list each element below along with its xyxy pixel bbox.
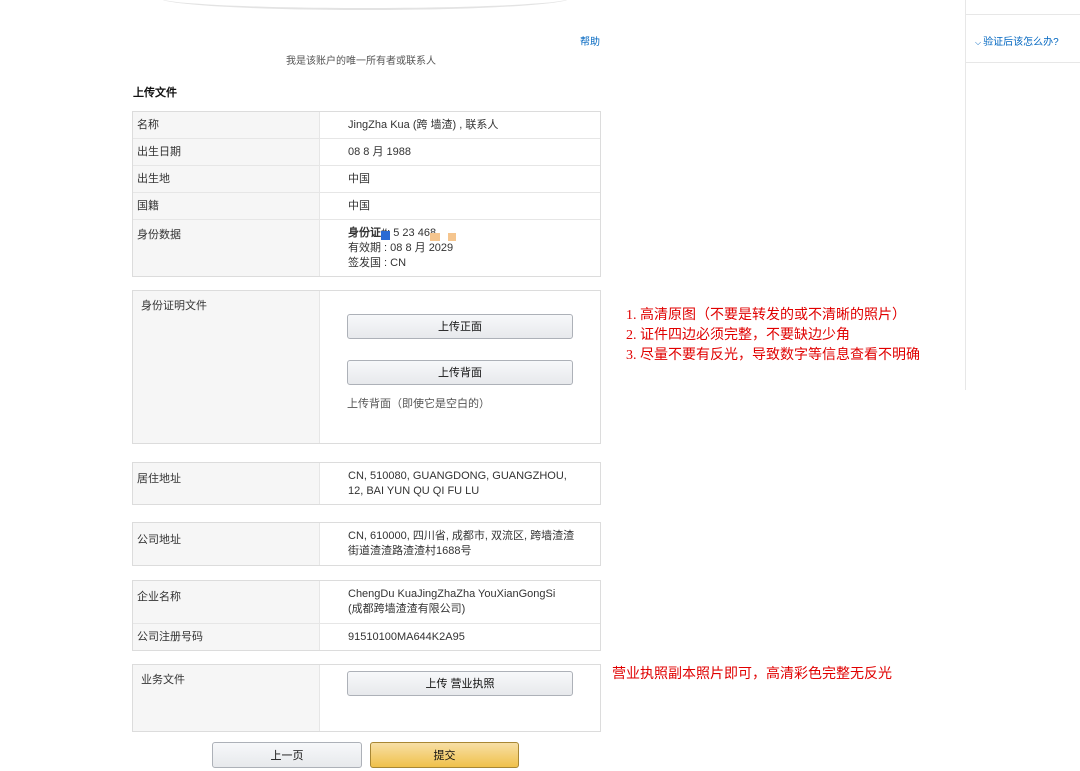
id-upload-notes: 1. 高清原图（不要是转发的或不清晰的照片） 2. 证件四边必须完整，不要缺边少… [626, 306, 920, 366]
verify-next-link[interactable]: ⌵验证后该怎么办? [975, 33, 1059, 48]
dob-value: 08 8 月 1988 [319, 139, 600, 165]
company-address-table: 公司地址 CN, 610000, 四川省, 成都市, 双流区, 跨墙渣渣 街道渣… [132, 522, 601, 566]
table-row: 公司地址 CN, 610000, 四川省, 成都市, 双流区, 跨墙渣渣 街道渣… [133, 523, 600, 565]
redaction-mark [430, 233, 440, 241]
id-issuer: 签发国 : CN [348, 256, 600, 271]
owner-statement: 我是该账户的唯一所有者或联系人 [286, 52, 436, 67]
business-document-label: 业务文件 [133, 665, 319, 731]
dob-label: 出生日期 [133, 139, 319, 165]
id-expiry: 有效期 : 08 8 月 2029 [348, 241, 600, 256]
company-address-value: CN, 610000, 四川省, 成都市, 双流区, 跨墙渣渣 街道渣渣路渣渣村… [319, 523, 600, 565]
id-note-3: 3. 尽量不要有反光，导致数字等信息查看不明确 [626, 346, 920, 366]
id-data-label: 身份数据 [133, 220, 319, 276]
license-note: 营业执照副本照片即可，高清彩色完整无反光 [612, 665, 892, 685]
reg-number-value: 91510100MA644K2A95 [319, 624, 600, 650]
residence-address-table: 居住地址 CN, 510080, GUANGDONG, GUANGZHOU, 1… [132, 462, 601, 505]
table-row: 企业名称 ChengDu KuaJingZhaZha YouXianGongSi… [133, 581, 600, 624]
company-name-value: ChengDu KuaJingZhaZha YouXianGongSi (成都跨… [319, 581, 600, 623]
panel-divider [966, 14, 1080, 15]
nationality-value: 中国 [319, 193, 600, 219]
table-row: 居住地址 CN, 510080, GUANGDONG, GUANGZHOU, 1… [133, 463, 600, 504]
redaction-mark [448, 233, 456, 241]
table-row: 出生日期 08 8 月 1988 [133, 139, 600, 166]
upload-front-button[interactable]: 上传正面 [347, 314, 573, 339]
table-row: 公司注册号码 91510100MA644K2A95 [133, 624, 600, 650]
company-address-line-2: 街道渣渣路渣渣村1688号 [348, 544, 600, 559]
company-address-label: 公司地址 [133, 523, 319, 565]
reg-number-label: 公司注册号码 [133, 624, 319, 650]
id-document-label: 身份证明文件 [133, 291, 319, 443]
previous-page-button[interactable]: 上一页 [212, 742, 362, 768]
upload-license-button[interactable]: 上传 营业执照 [347, 671, 573, 696]
submit-button[interactable]: 提交 [370, 742, 519, 768]
residence-value: CN, 510080, GUANGDONG, GUANGZHOU, 12, BA… [319, 463, 600, 504]
id-document-actions: 上传正面 上传背面 上传背面（即使它是空白的） [319, 291, 600, 443]
top-arc-divider [160, 0, 570, 10]
id-data-value: 身份证#: 5 23 468 有效期 : 08 8 月 2029 签发国 : C… [319, 220, 600, 276]
table-row: 身份数据 身份证#: 5 23 468 有效期 : 08 8 月 2029 签发… [133, 220, 600, 276]
name-label: 名称 [133, 112, 319, 138]
help-link[interactable]: 帮助 [580, 33, 600, 48]
id-document-panel: 身份证明文件 上传正面 上传背面 上传背面（即使它是空白的） [132, 290, 601, 444]
company-address-line-1: CN, 610000, 四川省, 成都市, 双流区, 跨墙渣渣 [348, 529, 600, 544]
birthplace-value: 中国 [319, 166, 600, 192]
id-note-1: 1. 高清原图（不要是转发的或不清晰的照片） [626, 306, 920, 326]
table-row: 出生地 中国 [133, 166, 600, 193]
table-row: 国籍 中国 [133, 193, 600, 220]
section-title: 上传文件 [133, 84, 177, 100]
id-number-value: : 5 23 468 [387, 227, 436, 239]
residence-line-2: 12, BAI YUN QU QI FU LU [348, 484, 600, 499]
company-name-line-1: ChengDu KuaJingZhaZha YouXianGongSi [348, 587, 600, 602]
identity-table: 名称 JingZha Kua (跨 墙渣) , 联系人 出生日期 08 8 月 … [132, 111, 601, 277]
business-document-actions: 上传 营业执照 [319, 665, 600, 731]
name-value: JingZha Kua (跨 墙渣) , 联系人 [319, 112, 600, 138]
nationality-label: 国籍 [133, 193, 319, 219]
right-help-panel: ⌵验证后该怎么办? [965, 0, 1080, 390]
company-info-table: 企业名称 ChengDu KuaJingZhaZha YouXianGongSi… [132, 580, 601, 651]
business-document-panel: 业务文件 上传 营业执照 [132, 664, 601, 732]
redaction-mark [381, 231, 390, 240]
company-name-label: 企业名称 [133, 581, 319, 623]
chevron-down-icon: ⌵ [975, 38, 981, 47]
upload-back-button[interactable]: 上传背面 [347, 360, 573, 385]
upload-back-hint: 上传背面（即使它是空白的） [347, 395, 490, 411]
residence-line-1: CN, 510080, GUANGDONG, GUANGZHOU, [348, 469, 600, 484]
residence-label: 居住地址 [133, 463, 319, 504]
birthplace-label: 出生地 [133, 166, 319, 192]
panel-divider [966, 62, 1080, 63]
verify-link-label: 验证后该怎么办? [983, 37, 1059, 48]
company-name-line-2: (成都跨墙渣渣有限公司) [348, 602, 600, 617]
id-note-2: 2. 证件四边必须完整，不要缺边少角 [626, 326, 920, 346]
table-row: 名称 JingZha Kua (跨 墙渣) , 联系人 [133, 112, 600, 139]
